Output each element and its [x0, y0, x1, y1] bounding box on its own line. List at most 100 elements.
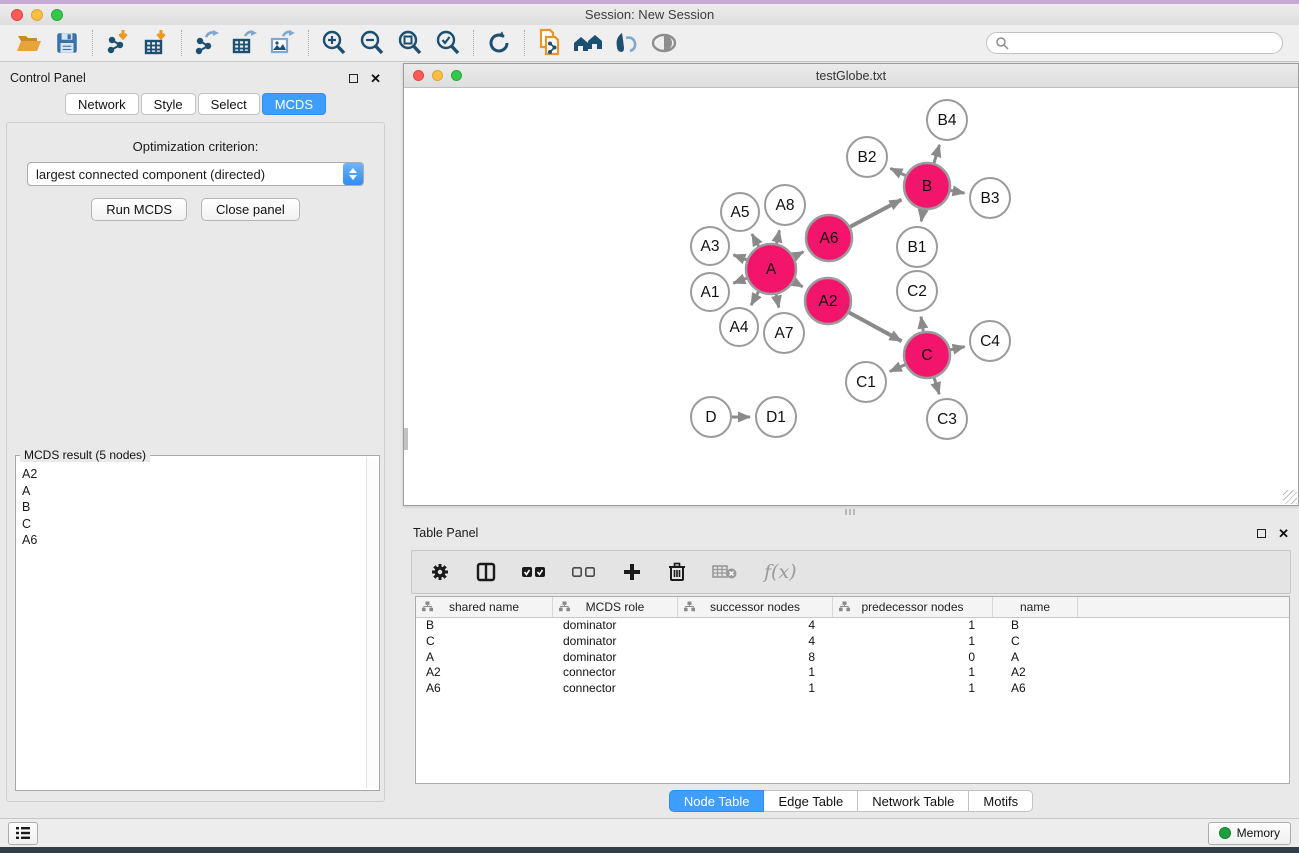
- float-table-panel-icon[interactable]: [1257, 529, 1266, 538]
- edge-A-A3[interactable]: [733, 255, 746, 260]
- zoom-fit-icon[interactable]: [391, 27, 429, 59]
- table-panel: Table Panel ✕: [403, 520, 1299, 815]
- network-canvas[interactable]: B4B2BB3A5A8A6A3B1AA1C2A2A4A7C4CC1C3DD1: [404, 88, 1298, 505]
- unselect-all-columns-icon[interactable]: [572, 565, 596, 579]
- edge-B-B2[interactable]: [890, 168, 905, 175]
- table-row[interactable]: Bdominator41B: [416, 618, 1289, 634]
- cell-successor-nodes: 4: [678, 618, 833, 634]
- edge-A6-B[interactable]: [850, 200, 901, 227]
- table-body: Bdominator41BCdominator41CAdominator80AA…: [416, 618, 1289, 697]
- mcds-result-list[interactable]: A2ABCA6: [18, 464, 365, 788]
- import-table-icon[interactable]: [137, 27, 175, 59]
- network-graph[interactable]: B4B2BB3A5A8A6A3B1AA1C2A2A4A7C4CC1C3DD1: [404, 88, 1298, 505]
- graphics-details-icon[interactable]: [607, 27, 645, 59]
- tab-style[interactable]: Style: [141, 93, 196, 115]
- export-table-icon[interactable]: [226, 27, 264, 59]
- memory-button[interactable]: Memory: [1208, 822, 1291, 845]
- criterion-select[interactable]: largest connected component (directed): [27, 162, 364, 186]
- cell-MCDS-role: dominator: [553, 634, 678, 650]
- tab-motifs[interactable]: Motifs: [969, 790, 1033, 812]
- result-item[interactable]: C: [22, 516, 365, 533]
- save-session-icon[interactable]: [48, 27, 86, 59]
- table-row[interactable]: Adominator80A: [416, 650, 1289, 666]
- optimization-criterion-label: Optimization criterion:: [7, 139, 384, 154]
- float-panel-icon[interactable]: [349, 74, 358, 83]
- search-field[interactable]: [986, 32, 1283, 54]
- cell-successor-nodes: 4: [678, 634, 833, 650]
- node-label-A5: A5: [731, 204, 750, 221]
- columns-icon[interactable]: [476, 562, 496, 582]
- close-panel-icon[interactable]: ✕: [370, 72, 381, 85]
- edge-A-A8[interactable]: [777, 230, 780, 243]
- zoom-out-icon[interactable]: [353, 27, 391, 59]
- select-all-columns-icon[interactable]: [522, 565, 546, 579]
- mcds-tab-content: Optimization criterion: largest connecte…: [6, 122, 385, 802]
- titlebar: Session: New Session: [0, 4, 1299, 25]
- edge-B-B1[interactable]: [921, 210, 923, 222]
- toolbar-separator: [308, 30, 309, 56]
- edge-A2-C[interactable]: [849, 312, 901, 341]
- node-label-C4: C4: [980, 333, 1000, 350]
- edge-C-C1[interactable]: [890, 365, 905, 372]
- result-item[interactable]: B: [22, 499, 365, 516]
- zoom-in-icon[interactable]: [315, 27, 353, 59]
- result-item[interactable]: A2: [22, 466, 365, 483]
- bird-eye-view-icon[interactable]: [645, 27, 683, 59]
- node-label-A2: A2: [819, 293, 838, 310]
- zoom-selected-icon[interactable]: [429, 27, 467, 59]
- column-header-shared-name[interactable]: shared name: [416, 597, 553, 617]
- function-builder-icon[interactable]: f(x): [764, 561, 797, 583]
- tab-node-table[interactable]: Node Table: [669, 790, 765, 812]
- table-row[interactable]: A6connector11A6: [416, 681, 1289, 697]
- search-icon: [995, 36, 1009, 50]
- export-image-icon[interactable]: [264, 27, 302, 59]
- delete-column-icon[interactable]: [668, 562, 686, 582]
- resize-grip-icon[interactable]: [1283, 490, 1297, 504]
- edge-A-A5[interactable]: [752, 234, 759, 246]
- open-file-icon[interactable]: [10, 27, 48, 59]
- table-row[interactable]: Cdominator41C: [416, 634, 1289, 650]
- result-item[interactable]: A: [22, 483, 365, 500]
- edge-C-C3[interactable]: [934, 378, 939, 394]
- edge-A-A6[interactable]: [794, 252, 803, 257]
- add-column-icon[interactable]: [622, 562, 642, 582]
- edge-C-C4[interactable]: [950, 347, 964, 350]
- import-network-icon[interactable]: [99, 27, 137, 59]
- mcds-result-title: MCDS result (5 nodes): [20, 448, 150, 462]
- column-header-name[interactable]: name: [993, 597, 1078, 617]
- network-window-titlebar: testGlobe.txt: [404, 64, 1298, 88]
- network-from-selection-icon[interactable]: [531, 27, 569, 59]
- column-header-successor-nodes[interactable]: successor nodes: [678, 597, 833, 617]
- cell-name: B: [993, 618, 1078, 634]
- edge-A-A2[interactable]: [794, 282, 803, 287]
- task-history-button[interactable]: [8, 822, 38, 845]
- delete-table-icon[interactable]: [712, 564, 738, 580]
- tab-network[interactable]: Network: [65, 93, 139, 115]
- export-network-icon[interactable]: [188, 27, 226, 59]
- splitter-handle[interactable]: [845, 509, 857, 515]
- toolbar-separator: [473, 30, 474, 56]
- run-mcds-button[interactable]: Run MCDS: [91, 198, 187, 221]
- search-input[interactable]: [1009, 36, 1274, 50]
- tab-edge-table[interactable]: Edge Table: [764, 790, 858, 812]
- table-row[interactable]: A2connector11A2: [416, 665, 1289, 681]
- apply-layout-icon[interactable]: [569, 27, 607, 59]
- node-label-A7: A7: [775, 325, 794, 342]
- edge-A-A1[interactable]: [733, 278, 746, 283]
- edge-A-A7[interactable]: [776, 294, 779, 307]
- result-item[interactable]: A6: [22, 532, 365, 549]
- tab-network-table[interactable]: Network Table: [858, 790, 969, 812]
- refresh-icon[interactable]: [480, 27, 518, 59]
- tab-mcds[interactable]: MCDS: [262, 93, 326, 115]
- close-table-panel-icon[interactable]: ✕: [1278, 527, 1289, 540]
- column-header-predecessor-nodes[interactable]: predecessor nodes: [833, 597, 993, 617]
- result-scrollbar[interactable]: [366, 458, 378, 788]
- edge-C-C2[interactable]: [921, 317, 923, 332]
- close-panel-button[interactable]: Close panel: [201, 198, 300, 221]
- edge-B-B3[interactable]: [951, 190, 965, 193]
- column-header-MCDS-role[interactable]: MCDS role: [553, 597, 678, 617]
- gear-icon[interactable]: [430, 562, 450, 582]
- tab-select[interactable]: Select: [198, 93, 260, 115]
- edge-A-A4[interactable]: [751, 292, 758, 305]
- edge-B-B4[interactable]: [934, 145, 939, 163]
